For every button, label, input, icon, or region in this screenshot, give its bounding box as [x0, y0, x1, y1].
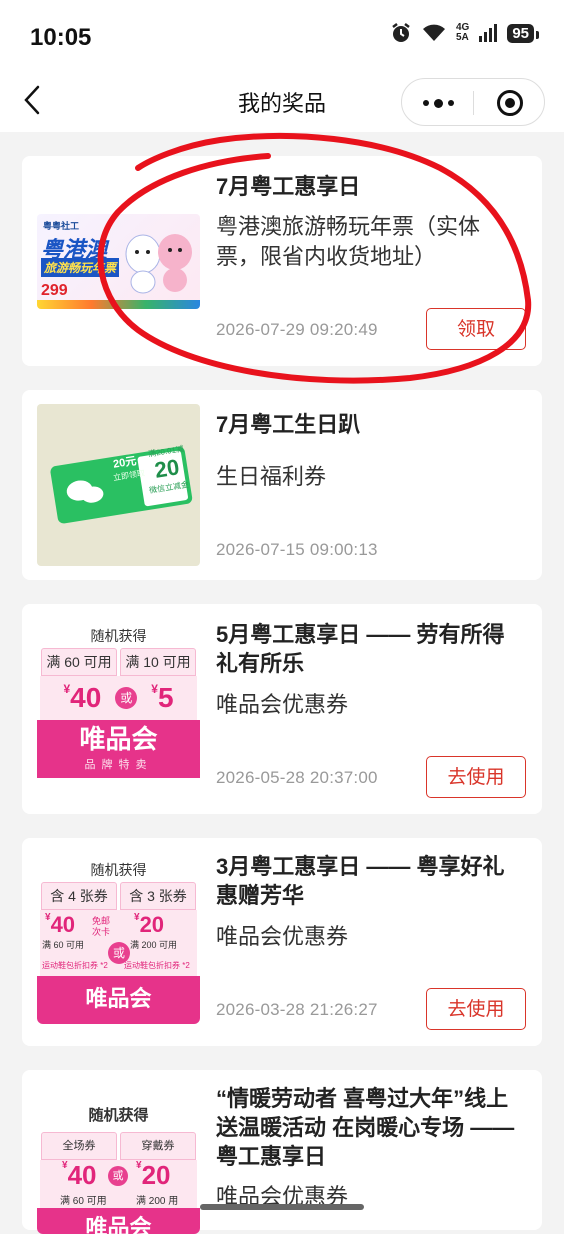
nav-bar: 我的奖品: [0, 70, 564, 132]
prize-card[interactable]: 随机获得 满 60 可用 满 10 可用 ¥40 或 ¥5 唯品会 品牌特卖 5…: [22, 604, 542, 814]
vip-foot-1: 运动鞋包折扣券 *2: [42, 961, 108, 970]
vip-amount-2: 5: [157, 682, 174, 713]
prize-image-vip-coupon: 随机获得 全场券 穿戴券 ¥40 满 60 可用 或 ¥20 满 200 用 唯…: [37, 1104, 200, 1234]
prize-card[interactable]: 20元 立即领取 满20.01减 20 微信立减金 7月粤工生日趴 生日福利券 …: [22, 390, 542, 580]
vip-extra-1: 免邮次卡: [92, 916, 111, 937]
vip-random-label: 随机获得: [90, 862, 147, 878]
vip-condition-2: 满 200 用: [136, 1196, 179, 1207]
thumb-sub: 旅游畅玩年票: [41, 258, 120, 277]
mascot-illustration: [125, 234, 192, 294]
vip-random-label: 随机获得: [90, 628, 147, 644]
signal-icon: [479, 24, 498, 42]
status-icons: 4G 5A 95: [390, 22, 539, 44]
more-options-button[interactable]: [422, 91, 454, 115]
vip-amount-2: 20: [139, 912, 165, 937]
claim-button[interactable]: 领取: [426, 308, 526, 350]
vip-option-1: 满 60 可用: [41, 648, 117, 676]
prize-title: 7月粤工生日趴: [216, 412, 361, 437]
vip-amount-1: 40: [70, 682, 102, 713]
prize-title: 7月粤工惠享日: [216, 174, 361, 199]
vip-foot-2: 运动鞋包折扣券 *2: [124, 961, 190, 970]
vip-condition-1: 满 60 可用: [42, 940, 85, 950]
alarm-icon: [392, 23, 410, 42]
wifi-icon: [422, 24, 445, 41]
vip-option-1: 全场券: [41, 1132, 117, 1160]
status-time: 10:05: [30, 24, 92, 51]
vip-random-label: 随机获得: [88, 1107, 149, 1124]
vip-brand-sub: 品牌特卖: [37, 756, 200, 778]
prize-description: 唯品会优惠券: [216, 924, 349, 949]
status-bar: 10:05 4G 5A 95: [0, 0, 564, 70]
capsule-divider: [473, 91, 474, 115]
vip-option-2: 满 10 可用: [120, 648, 196, 676]
vip-option-2: 穿戴券: [120, 1132, 196, 1160]
prize-image-vip-coupon: 随机获得 满 60 可用 满 10 可用 ¥40 或 ¥5 唯品会 品牌特卖: [37, 626, 200, 792]
vip-amount-2: 20: [141, 1160, 171, 1190]
prize-description: 生日福利券: [216, 464, 327, 489]
prize-image-annual-ticket: 粤粤社工 粤港澳 旅游畅玩年票 299: [37, 214, 200, 309]
prize-description: 粤港澳旅游畅玩年票（实体票，限省内收货地址）: [216, 214, 481, 269]
prize-date: 2026-07-29 09:20:49: [216, 320, 378, 339]
use-button[interactable]: 去使用: [426, 756, 526, 798]
thumb-price: 299: [41, 282, 68, 299]
close-mini-program-button[interactable]: [497, 90, 523, 116]
vip-amount-1: 40: [67, 1160, 97, 1190]
network-indicator: 4G 5A: [456, 23, 469, 43]
prize-title: 5月粤工惠享日 —— 劳有所得 礼有所乐: [216, 622, 505, 676]
vip-brand: 唯品会: [37, 976, 200, 1024]
vip-or-badge: 或: [108, 1166, 128, 1186]
prize-title: “情暖劳动者 喜粤过大年”线上送温暖活动 在岗暖心专场 —— 粤工惠享日: [216, 1086, 515, 1169]
vip-option-2: 含 3 张券: [120, 882, 196, 910]
thumb-brand: 粤粤社工: [43, 221, 80, 231]
prize-date: 2026-07-15 09:00:13: [216, 540, 378, 559]
prize-title: 3月粤工惠享日 —— 粤享好礼 惠赠芳华: [216, 854, 505, 908]
prize-image-wechat-coupon: 20元 立即领取 满20.01减 20 微信立减金: [37, 404, 200, 566]
prize-image-vip-coupon: 随机获得 含 4 张券 含 3 张券 ¥40 满 60 可用 免邮次卡 ¥20 …: [37, 860, 200, 1024]
home-indicator[interactable]: [200, 1204, 364, 1210]
prize-date: 2026-03-28 21:26:27: [216, 1000, 378, 1019]
prize-card[interactable]: 粤粤社工 粤港澳 旅游畅玩年票 299 7月粤工惠享日 粤港澳旅游畅玩年票（实体…: [22, 156, 542, 366]
use-button[interactable]: 去使用: [426, 988, 526, 1030]
vip-option-1: 含 4 张券: [41, 882, 117, 910]
prize-description: 唯品会优惠券: [216, 692, 349, 717]
vip-brand: 唯品会: [37, 1208, 200, 1234]
network-type-bottom: 5A: [455, 32, 469, 43]
vip-brand: 唯品会: [37, 720, 200, 756]
vip-condition-1: 满 60 可用: [60, 1196, 107, 1207]
prize-card[interactable]: 随机获得 含 4 张券 含 3 张券 ¥40 满 60 可用 免邮次卡 ¥20 …: [22, 838, 542, 1046]
vip-amount-1: 40: [50, 912, 76, 937]
vip-or-badge: 或: [115, 687, 138, 709]
vip-condition-2: 满 200 可用: [130, 940, 178, 950]
mini-program-capsule: [401, 78, 545, 126]
battery-icon: 95: [507, 23, 539, 43]
prize-date: 2026-05-28 20:37:00: [216, 768, 378, 787]
